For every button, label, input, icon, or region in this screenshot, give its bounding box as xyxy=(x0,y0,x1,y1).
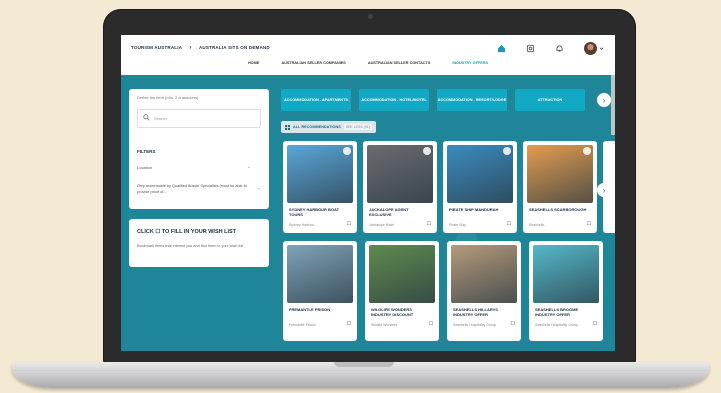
search-hint: Define the item (min. 2 characters) xyxy=(137,95,199,100)
chevron-right-icon: › xyxy=(602,95,606,105)
category-resort-lodge[interactable]: ACCOMMODATION - RESORT/LODGE xyxy=(437,89,507,111)
main-nav: HOME AUSTRALIAN SELLER COMPANIES AUSTRAL… xyxy=(121,61,615,73)
offer-card[interactable]: FREMANTLE PRISON Fremantle Prison ☐ xyxy=(283,241,357,341)
breadcrumb-current: AUSTRALIA SITS ON DEMAND xyxy=(198,45,270,50)
card-title: WILDLIFE WONDERS INDUSTRY DISCOUNT xyxy=(371,307,414,317)
nav-home[interactable]: HOME xyxy=(248,61,259,73)
next-category-button[interactable]: › xyxy=(597,93,611,107)
search-icon xyxy=(143,114,150,121)
card-title: SEASHELLS BROOME INDUSTRY OFFER xyxy=(535,307,579,317)
search-input[interactable]: Search xyxy=(137,109,261,128)
card-image xyxy=(533,245,599,303)
category-apartments[interactable]: ACCOMMODATION - APARTMENTS xyxy=(281,89,351,111)
nav-industry-offers[interactable]: INDUSTRY OFFERS xyxy=(452,61,488,73)
category-hotel-motel[interactable]: ACCOMMODATION - HOTEL/MOTEL xyxy=(359,89,429,111)
card-image xyxy=(369,245,435,303)
offer-card[interactable]: SEASHELLS HILLARYS INDUSTRY OFFER Seashe… xyxy=(447,241,521,341)
favorite-icon[interactable] xyxy=(343,147,351,155)
card-title: FREMANTLE PRISON xyxy=(289,307,331,312)
laptop-screen: TOURISM AUSTRALIA › AUSTRALIA SITS ON DE… xyxy=(121,35,615,351)
content-area: Define the item (min. 2 characters) Sear… xyxy=(121,75,615,351)
card-subtitle: Seashells... xyxy=(529,223,548,227)
recommendations-tab[interactable]: ALL RECOMMENDATIONS SEE LESS (91) xyxy=(281,121,376,133)
bell-icon[interactable] xyxy=(554,43,565,54)
bookmark-icon[interactable]: ☐ xyxy=(593,321,597,327)
card-image xyxy=(451,245,517,303)
favorite-icon[interactable] xyxy=(583,147,591,155)
card-subtitle: Fremantle Prison xyxy=(289,323,316,327)
grid-icon xyxy=(285,124,290,130)
wishlist-title: CLICK ☐ TO FILL IN YOUR WISH LIST xyxy=(137,229,237,235)
card-subtitle: Jackalope Hotel xyxy=(369,223,394,227)
category-tabs: ACCOMMODATION - APARTMENTS ACCOMMODATION… xyxy=(281,89,585,111)
laptop-lid: TOURISM AUSTRALIA › AUSTRALIA SITS ON DE… xyxy=(103,9,636,364)
tab-all-recommendations: ALL RECOMMENDATIONS xyxy=(293,125,341,129)
offer-card[interactable]: PIRATE SHIP MANDURAH Pirate Ship ☐ xyxy=(443,141,517,233)
bookmark-icon[interactable]: ☐ xyxy=(587,221,591,227)
category-attraction[interactable]: ATTRACTION xyxy=(515,89,585,111)
offer-card[interactable]: SEASHELLS BROOME INDUSTRY OFFER Seashell… xyxy=(529,241,603,341)
avatar[interactable] xyxy=(584,41,597,55)
top-bar: TOURISM AUSTRALIA › AUSTRALIA SITS ON DE… xyxy=(121,35,615,61)
favorite-icon[interactable] xyxy=(503,147,511,155)
next-cards-button[interactable]: › xyxy=(597,183,611,197)
offer-card[interactable]: JACKALOPE AGENT EXCLUSIVE Jackalope Hote… xyxy=(363,141,437,233)
tab-count[interactable]: SEE LESS (91) xyxy=(343,124,372,130)
search-placeholder: Search xyxy=(154,116,167,121)
wishlist-panel: CLICK ☐ TO FILL IN YOUR WISH LIST Bookma… xyxy=(129,219,269,267)
breadcrumb: TOURISM AUSTRALIA › AUSTRALIA SITS ON DE… xyxy=(131,45,270,51)
filter-location[interactable]: Location ⌄ xyxy=(137,164,259,170)
card-subtitle: Seashells Hospitality Group xyxy=(453,323,496,327)
bookmark-icon[interactable]: ☐ xyxy=(511,321,515,327)
card-subtitle: Sydney Harbour... xyxy=(289,223,318,227)
user-menu[interactable] xyxy=(583,41,605,55)
home-icon[interactable] xyxy=(496,43,507,54)
card-title: SEASHELLS HILLARYS INDUSTRY OFFER xyxy=(453,307,498,317)
bookmark-icon[interactable]: ☐ xyxy=(427,221,431,227)
breadcrumb-home[interactable]: TOURISM AUSTRALIA xyxy=(131,45,182,50)
bookmark-icon[interactable]: ☐ xyxy=(347,321,351,327)
card-subtitle: Wildlife Wonders xyxy=(371,323,398,327)
card-title: PIRATE SHIP MANDURAH xyxy=(449,207,499,212)
bookmark-icon[interactable]: ☐ xyxy=(429,321,433,327)
nav-seller-contacts[interactable]: AUSTRALIAN SELLER CONTACTS xyxy=(368,61,431,73)
filter-location-label: Location xyxy=(137,165,153,170)
card-title: JACKALOPE AGENT EXCLUSIVE xyxy=(369,207,409,217)
header-icons xyxy=(496,41,605,55)
wishlist-description: Bookmark items that interest you and fin… xyxy=(137,244,244,248)
chevron-down-icon[interactable]: ⌄ xyxy=(257,185,261,191)
card-title: SEASHELLS SCARBOROUGH xyxy=(529,207,587,212)
chevron-right-icon: › xyxy=(602,185,606,195)
scrollbar[interactable] xyxy=(611,75,615,135)
offer-card[interactable]: WILDLIFE WONDERS INDUSTRY DISCOUNT Wildl… xyxy=(365,241,439,341)
search-panel: Define the item (min. 2 characters) Sear… xyxy=(129,89,269,209)
base-edge xyxy=(12,370,709,371)
webcam xyxy=(367,14,373,19)
favorite-icon[interactable] xyxy=(423,147,431,155)
laptop-base xyxy=(12,362,709,388)
chevron-down-icon: ⌄ xyxy=(246,164,251,170)
offer-card[interactable]: SEASHELLS SCARBOROUGH Seashells... ☐ xyxy=(523,141,597,233)
offer-card[interactable]: SYDNEY HARBOUR BOAT TOURS Sydney Harbour… xyxy=(283,141,357,233)
card-subtitle: Pirate Ship xyxy=(449,223,467,227)
filter-qualified[interactable]: Only redeemable by Qualified Aussie Spec… xyxy=(137,183,247,195)
bookmark-icon[interactable]: ☐ xyxy=(507,221,511,227)
card-image xyxy=(287,245,353,303)
nav-seller-companies[interactable]: AUSTRALIAN SELLER COMPANIES xyxy=(281,61,345,73)
card-subtitle: Seashells Hospitality Group xyxy=(535,323,578,327)
chevron-down-icon xyxy=(599,46,604,50)
target-icon[interactable] xyxy=(525,43,536,54)
bookmark-icon[interactable]: ☐ xyxy=(347,221,351,227)
filters-title: FILTERS xyxy=(137,149,156,154)
lid-notch xyxy=(334,362,394,367)
filter-qualified-label: Only redeemable by Qualified Aussie Spec… xyxy=(137,184,247,194)
card-title: SYDNEY HARBOUR BOAT TOURS xyxy=(289,207,340,217)
breadcrumb-separator: › xyxy=(189,45,192,51)
